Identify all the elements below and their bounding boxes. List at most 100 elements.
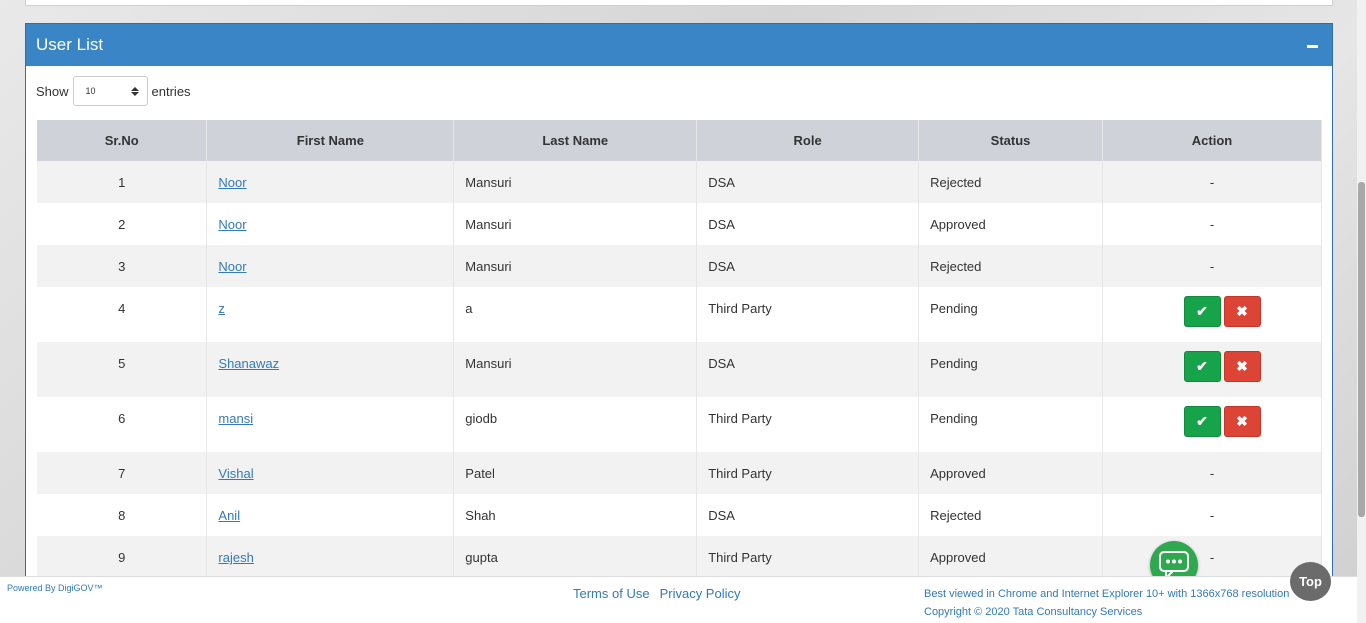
- table-row: 3 Noor Mansuri DSA Rejected -: [37, 245, 1322, 287]
- table-row: 6 mansi giodb Third Party Pending ✔ ✖: [37, 397, 1322, 452]
- minus-icon[interactable]: [1307, 44, 1318, 48]
- reject-button[interactable]: ✖: [1223, 351, 1261, 382]
- entries-length-control: Show 10 entries: [36, 76, 191, 106]
- table-row: 8 Anil Shah DSA Rejected -: [37, 494, 1322, 536]
- first-name-link[interactable]: Noor: [218, 259, 246, 274]
- table-header-row: Sr.No First Name Last Name Role Status A…: [37, 120, 1322, 161]
- cell-role: DSA: [696, 161, 920, 203]
- chat-icon: [1159, 551, 1189, 579]
- cell-status: Rejected: [918, 494, 1104, 536]
- previous-panel-edge: [25, 0, 1333, 6]
- cell-status: Approved: [918, 203, 1104, 245]
- column-header-last-name[interactable]: Last Name: [453, 120, 698, 161]
- footer-links: Terms of Use Privacy Policy: [573, 586, 741, 601]
- cell-sr-no: 1: [37, 161, 208, 203]
- cell-first-name: mansi: [206, 397, 455, 452]
- terms-link[interactable]: Terms of Use: [573, 586, 650, 601]
- reject-button[interactable]: ✖: [1223, 406, 1261, 437]
- cell-last-name: Mansuri: [453, 203, 698, 245]
- table-row: 4 z a Third Party Pending ✔ ✖: [37, 287, 1322, 342]
- approve-button[interactable]: ✔: [1183, 351, 1221, 382]
- check-icon: ✔: [1196, 358, 1208, 374]
- cell-role: DSA: [696, 245, 920, 287]
- first-name-link[interactable]: Noor: [218, 217, 246, 232]
- cell-action: -: [1102, 161, 1322, 203]
- cell-last-name: giodb: [453, 397, 698, 452]
- back-to-top-button[interactable]: Top: [1290, 562, 1331, 601]
- cell-last-name: Shah: [453, 494, 698, 536]
- cell-first-name: Anil: [206, 494, 455, 536]
- column-header-action: Action: [1102, 120, 1322, 161]
- approve-button[interactable]: ✔: [1183, 296, 1221, 327]
- cell-first-name: Vishal: [206, 452, 455, 494]
- cell-sr-no: 2: [37, 203, 208, 245]
- scrollbar-thumb[interactable]: [1358, 182, 1365, 517]
- cell-first-name: Noor: [206, 203, 455, 245]
- column-header-sr-no[interactable]: Sr.No: [37, 120, 208, 161]
- cell-sr-no: 3: [37, 245, 208, 287]
- cell-status: Rejected: [918, 161, 1104, 203]
- first-name-link[interactable]: rajesh: [218, 550, 253, 565]
- cell-last-name: gupta: [453, 536, 698, 578]
- cell-role: Third Party: [696, 287, 920, 342]
- cell-sr-no: 7: [37, 452, 208, 494]
- cell-first-name: Noor: [206, 161, 455, 203]
- check-icon: ✔: [1196, 303, 1208, 319]
- first-name-link[interactable]: z: [218, 301, 225, 316]
- cell-last-name: a: [453, 287, 698, 342]
- column-header-role[interactable]: Role: [696, 120, 920, 161]
- cell-first-name: Noor: [206, 245, 455, 287]
- column-header-first-name[interactable]: First Name: [206, 120, 455, 161]
- cell-first-name: z: [206, 287, 455, 342]
- privacy-link[interactable]: Privacy Policy: [660, 586, 741, 601]
- table-row: 1 Noor Mansuri DSA Rejected -: [37, 161, 1322, 203]
- user-list-panel: User List Show 10 entries Sr.No First Na…: [25, 23, 1333, 583]
- entries-select-value: 10: [85, 86, 96, 96]
- cell-role: DSA: [696, 494, 920, 536]
- approve-button[interactable]: ✔: [1183, 406, 1221, 437]
- first-name-link[interactable]: Noor: [218, 175, 246, 190]
- cell-sr-no: 4: [37, 287, 208, 342]
- best-viewed-text: Best viewed in Chrome and Internet Explo…: [924, 588, 1290, 600]
- first-name-link[interactable]: Shanawaz: [218, 356, 279, 371]
- cell-status: Pending: [918, 397, 1104, 452]
- cell-action: ✔ ✖: [1102, 342, 1322, 397]
- cell-role: Third Party: [696, 397, 920, 452]
- footer: Powered By DigiGOV™ Terms of Use Privacy…: [0, 576, 1366, 623]
- footer-info: Best viewed in Chrome and Internet Explo…: [924, 585, 1289, 621]
- cell-role: Third Party: [696, 452, 920, 494]
- times-icon: ✖: [1236, 358, 1248, 374]
- cell-first-name: Shanawaz: [206, 342, 455, 397]
- cell-sr-no: 5: [37, 342, 208, 397]
- cell-action: -: [1102, 203, 1322, 245]
- reject-button[interactable]: ✖: [1223, 296, 1261, 327]
- cell-status: Pending: [918, 342, 1104, 397]
- cell-status: Pending: [918, 287, 1104, 342]
- check-icon: ✔: [1196, 413, 1208, 429]
- times-icon: ✖: [1236, 413, 1248, 429]
- first-name-link[interactable]: Anil: [218, 508, 240, 523]
- table-row: 5 Shanawaz Mansuri DSA Pending ✔ ✖: [37, 342, 1322, 397]
- cell-sr-no: 9: [37, 536, 208, 578]
- user-table: Sr.No First Name Last Name Role Status A…: [37, 120, 1322, 578]
- scrollbar[interactable]: [1357, 0, 1366, 623]
- cell-last-name: Patel: [453, 452, 698, 494]
- cell-status: Rejected: [918, 245, 1104, 287]
- first-name-link[interactable]: mansi: [218, 411, 253, 426]
- cell-last-name: Mansuri: [453, 342, 698, 397]
- table-row: 2 Noor Mansuri DSA Approved -: [37, 203, 1322, 245]
- cell-last-name: Mansuri: [453, 161, 698, 203]
- column-header-status[interactable]: Status: [918, 120, 1104, 161]
- cell-last-name: Mansuri: [453, 245, 698, 287]
- panel-heading: User List: [26, 24, 1332, 66]
- entries-select[interactable]: 10: [72, 76, 148, 106]
- first-name-link[interactable]: Vishal: [218, 466, 253, 481]
- cell-role: DSA: [696, 342, 920, 397]
- powered-by: Powered By DigiGOV™: [7, 583, 103, 593]
- cell-status: Approved: [918, 536, 1104, 578]
- cell-role: DSA: [696, 203, 920, 245]
- cell-first-name: rajesh: [206, 536, 455, 578]
- table-row: 9 rajesh gupta Third Party Approved -: [37, 536, 1322, 578]
- cell-action: -: [1102, 452, 1322, 494]
- entries-label: entries: [151, 83, 191, 99]
